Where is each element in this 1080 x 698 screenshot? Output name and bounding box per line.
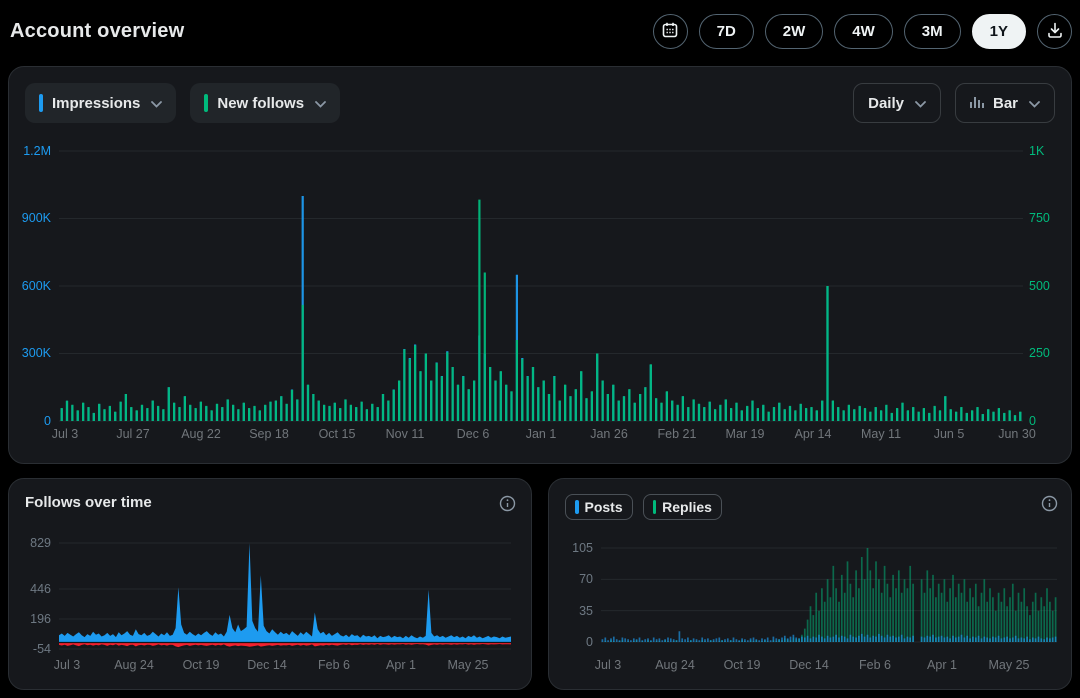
chart-type-dropdown[interactable]: Bar (955, 83, 1055, 123)
new-follows-accent-bar (204, 94, 208, 112)
chevron-down-icon (315, 95, 326, 112)
left-axis-tick: 900K (9, 211, 51, 225)
granularity-dropdown-label: Daily (868, 95, 904, 112)
legend-posts-badge[interactable]: Posts (565, 494, 633, 520)
y-axis-tick: 35 (553, 604, 593, 618)
range-button-7d[interactable]: 7D (699, 14, 754, 49)
posts-replies-bar-chart[interactable] (601, 541, 1057, 649)
y-axis-tick: 446 (11, 582, 51, 596)
download-button[interactable] (1037, 14, 1072, 49)
x-axis-label: Apr 14 (795, 427, 832, 441)
x-axis-label: Dec 14 (247, 658, 287, 672)
x-axis-label: Feb 6 (318, 658, 350, 672)
posts-accent-bar (575, 500, 579, 514)
chevron-down-icon (151, 95, 162, 112)
impressions-follows-card: Impressions New follows Daily (8, 66, 1072, 464)
x-axis-label: Aug 24 (655, 658, 695, 672)
x-axis-label: Dec 6 (457, 427, 490, 441)
x-axis-label: Oct 15 (319, 427, 356, 441)
x-axis-label: Jun 30 (998, 427, 1036, 441)
x-axis-label: Sep 18 (249, 427, 289, 441)
y-axis-tick: 105 (553, 541, 593, 555)
x-axis-label: Mar 19 (726, 427, 765, 441)
right-axis-tick: 0 (1029, 414, 1036, 428)
chevron-down-icon (915, 95, 926, 112)
left-axis-tick: 600K (9, 279, 51, 293)
x-axis-label: Jan 1 (526, 427, 557, 441)
x-axis-label: May 11 (861, 427, 901, 441)
granularity-dropdown[interactable]: Daily (853, 83, 941, 123)
right-axis-tick: 500 (1029, 279, 1050, 293)
download-icon (1046, 21, 1064, 42)
x-axis-label: Aug 24 (114, 658, 154, 672)
x-axis-label: Jan 26 (590, 427, 628, 441)
y-axis-tick: 829 (11, 536, 51, 550)
legend: Posts Replies (565, 494, 722, 520)
x-axis-label: Jul 3 (54, 658, 80, 672)
x-axis-label: Apr 1 (386, 658, 416, 672)
calendar-icon (661, 21, 679, 42)
page-title: Account overview (10, 20, 184, 43)
y-axis-tick: -54 (11, 642, 51, 656)
follows-card-title: Follows over time (25, 494, 152, 511)
metric-dropdown-impressions-label: Impressions (52, 95, 140, 112)
header: Account overview 7D 2W 4W 3M 1Y (0, 0, 1080, 62)
x-axis-label: Nov 11 (386, 427, 425, 441)
right-axis-tick: 1K (1029, 144, 1044, 158)
follows-area-chart[interactable] (59, 537, 511, 655)
left-axis-tick: 1.2M (9, 144, 51, 158)
x-axis-label: Jul 3 (52, 427, 78, 441)
impressions-follows-bar-chart[interactable] (59, 145, 1023, 427)
x-axis-label: Feb 21 (658, 427, 697, 441)
x-axis-label: May 25 (989, 658, 1030, 672)
date-range-controls: 7D 2W 4W 3M 1Y (653, 14, 1072, 49)
x-axis-label: Dec 14 (789, 658, 829, 672)
right-axis-tick: 750 (1029, 211, 1050, 225)
metric-dropdown-new-follows-label: New follows (217, 95, 304, 112)
replies-accent-bar (653, 500, 657, 514)
account-overview-page: { "header": { "title": "Account overview… (0, 0, 1080, 698)
calendar-button[interactable] (653, 14, 688, 49)
range-button-1y[interactable]: 1Y (972, 14, 1026, 49)
x-axis-label: Jun 5 (934, 427, 965, 441)
info-icon[interactable] (499, 495, 516, 517)
x-axis-label: Oct 19 (724, 658, 761, 672)
left-axis-tick: 300K (9, 346, 51, 360)
y-axis-tick: 0 (553, 635, 593, 649)
left-axis-tick: 0 (9, 414, 51, 428)
right-axis-tick: 250 (1029, 346, 1050, 360)
chart-toolbar: Impressions New follows Daily (25, 83, 1055, 123)
x-axis-label: Apr 1 (927, 658, 957, 672)
x-axis-label: Feb 6 (859, 658, 891, 672)
x-axis-label: Jul 27 (116, 427, 149, 441)
info-icon[interactable] (1041, 495, 1058, 517)
follows-over-time-card: Follows over time 829 446 196 -54 Jul 3 … (8, 478, 532, 690)
legend-replies-badge[interactable]: Replies (643, 494, 722, 520)
range-button-2w[interactable]: 2W (765, 14, 824, 49)
range-button-4w[interactable]: 4W (834, 14, 893, 49)
y-axis-tick: 196 (11, 612, 51, 626)
x-axis-label: Aug 22 (181, 427, 221, 441)
chevron-down-icon (1029, 95, 1040, 112)
x-axis-label: Jul 3 (595, 658, 621, 672)
posts-replies-card: Posts Replies 105 70 35 0 Jul 3 Aug 24 O… (548, 478, 1072, 690)
legend-posts-label: Posts (585, 499, 623, 515)
metric-dropdown-impressions[interactable]: Impressions (25, 83, 176, 123)
x-axis-label: May 25 (448, 658, 489, 672)
impressions-accent-bar (39, 94, 43, 112)
legend-replies-label: Replies (662, 499, 712, 515)
chart-type-dropdown-label: Bar (993, 95, 1018, 112)
y-axis-tick: 70 (553, 572, 593, 586)
x-axis-label: Oct 19 (183, 658, 220, 672)
bar-chart-icon (970, 95, 984, 112)
range-button-3m[interactable]: 3M (904, 14, 961, 49)
metric-dropdown-new-follows[interactable]: New follows (190, 83, 340, 123)
